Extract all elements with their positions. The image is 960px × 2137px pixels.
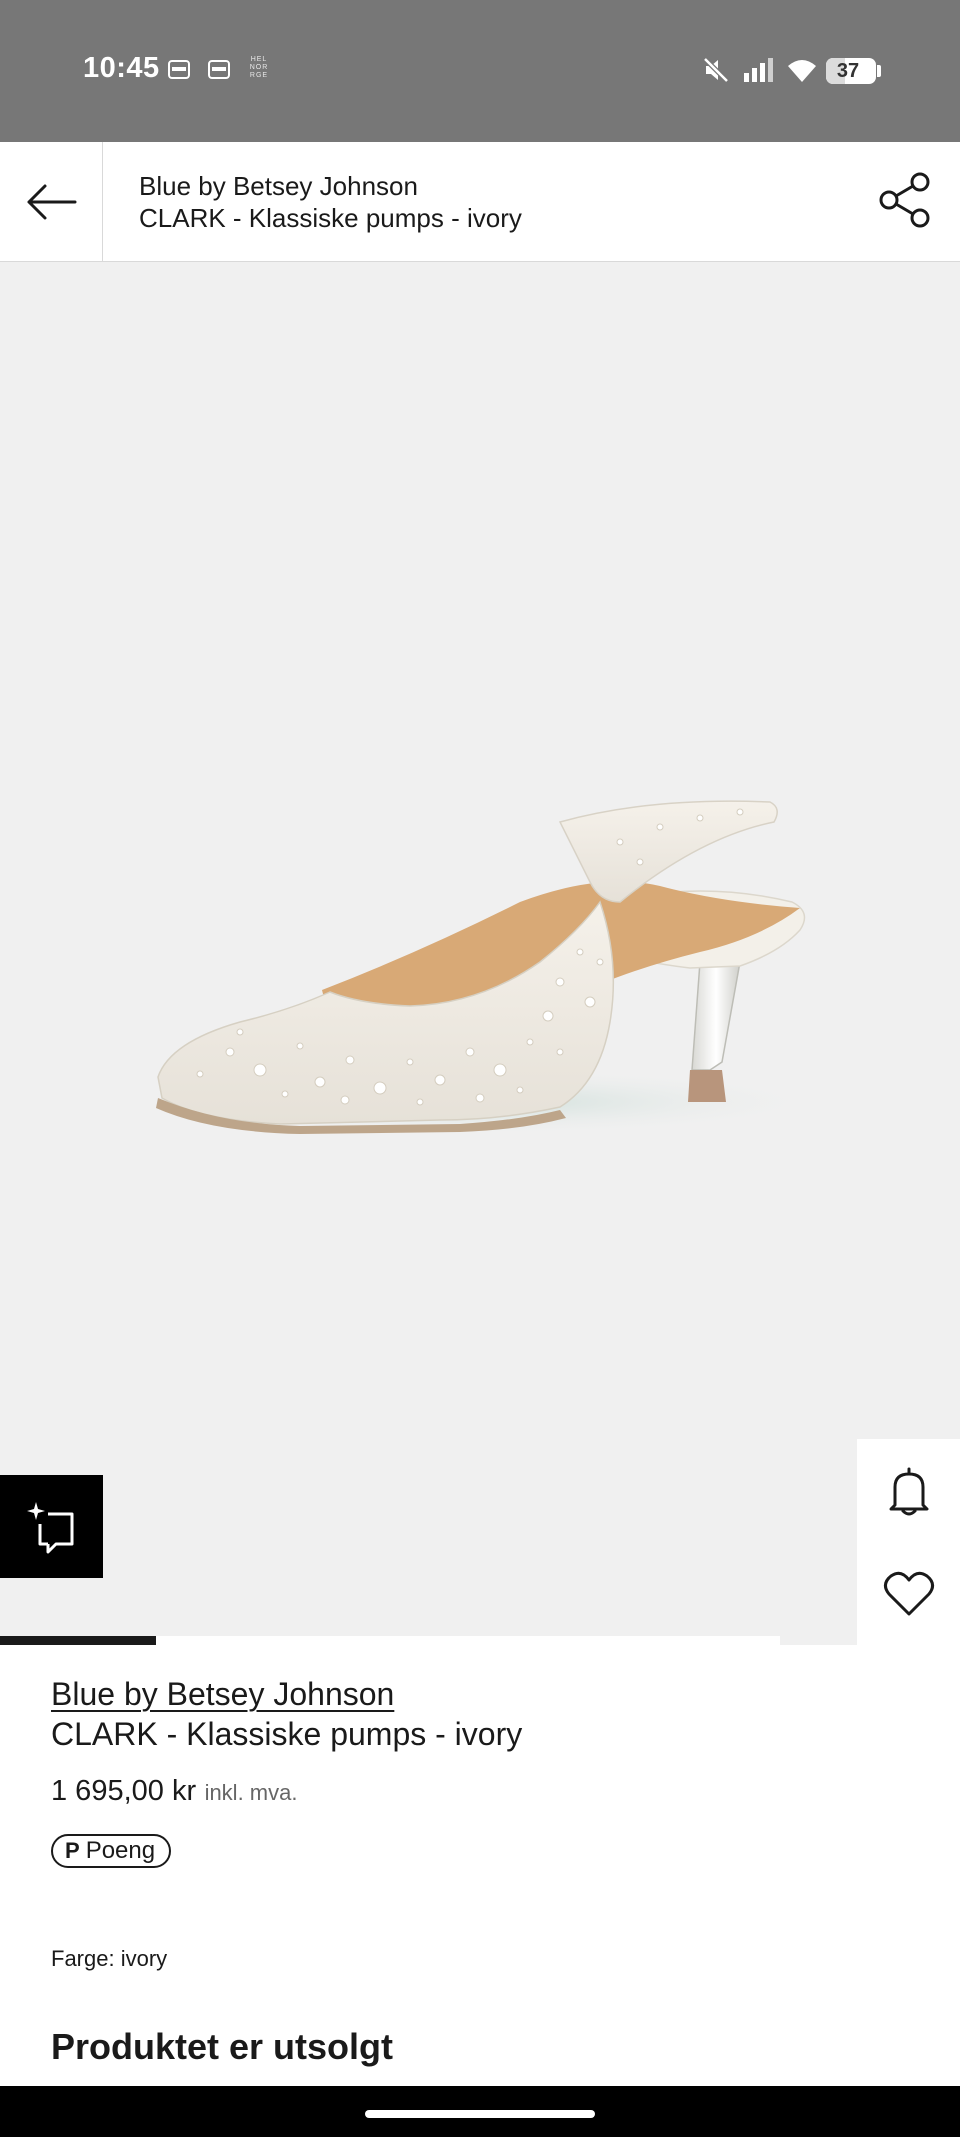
wishlist-button[interactable] xyxy=(857,1542,960,1645)
heart-icon xyxy=(883,1571,934,1615)
brand-link[interactable]: Blue by Betsey Johnson xyxy=(51,1675,394,1713)
arrow-left-icon xyxy=(27,184,77,219)
header-brand: Blue by Betsey Johnson xyxy=(139,171,418,201)
status-time: 10:45 xyxy=(83,52,160,84)
notification-icon xyxy=(168,60,190,79)
product-gallery[interactable] xyxy=(0,262,960,1645)
gallery-progress-fill xyxy=(0,1636,156,1645)
product-image[interactable] xyxy=(0,262,960,1645)
signal-icon xyxy=(744,58,773,82)
product-page: 10:45 HEL NOR RGE 37 Blue by Betsey John… xyxy=(0,0,960,2137)
notification-icon xyxy=(208,60,230,79)
vat-note: inkl. mva. xyxy=(204,1780,298,1805)
price: 1 695,00 kr xyxy=(51,1775,197,1807)
color-label: Farge: ivory xyxy=(51,1946,168,1971)
wifi-icon xyxy=(788,60,816,82)
soldout-heading: Produktet er utsolgt xyxy=(51,2026,394,2067)
status-tiny-label: HEL NOR RGE xyxy=(249,56,269,79)
home-indicator[interactable] xyxy=(365,2110,595,2118)
gallery-progress xyxy=(0,1636,780,1645)
side-actions xyxy=(857,1439,960,1645)
points-badge[interactable]: P Poeng xyxy=(51,1834,172,1868)
status-bar: 10:45 HEL NOR RGE 37 xyxy=(0,0,960,142)
mute-icon xyxy=(703,57,729,83)
bell-icon xyxy=(889,1467,928,1515)
product-name: CLARK - Klassiske pumps - ivory xyxy=(51,1716,523,1752)
header-title: CLARK - Klassiske pumps - ivory xyxy=(139,203,522,233)
ai-assistant-button[interactable] xyxy=(0,1475,103,1578)
header-titles: Blue by Betsey Johnson CLARK - Klassiske… xyxy=(139,170,522,234)
notify-button[interactable] xyxy=(857,1439,960,1542)
header: Blue by Betsey Johnson CLARK - Klassiske… xyxy=(0,142,960,262)
battery-icon: 37 xyxy=(826,58,876,84)
sparkle-chat-icon xyxy=(26,1501,73,1553)
points-icon: P xyxy=(65,1838,80,1863)
share-icon[interactable] xyxy=(876,170,936,230)
product-details: Blue by Betsey Johnson CLARK - Klassiske… xyxy=(51,1675,931,1868)
points-label: Poeng xyxy=(85,1837,156,1864)
back-button[interactable] xyxy=(0,142,103,261)
price-row: 1 695,00 kr inkl. mva. xyxy=(51,1775,931,1815)
battery-text: 37 xyxy=(836,60,860,82)
battery-cap xyxy=(877,65,881,77)
